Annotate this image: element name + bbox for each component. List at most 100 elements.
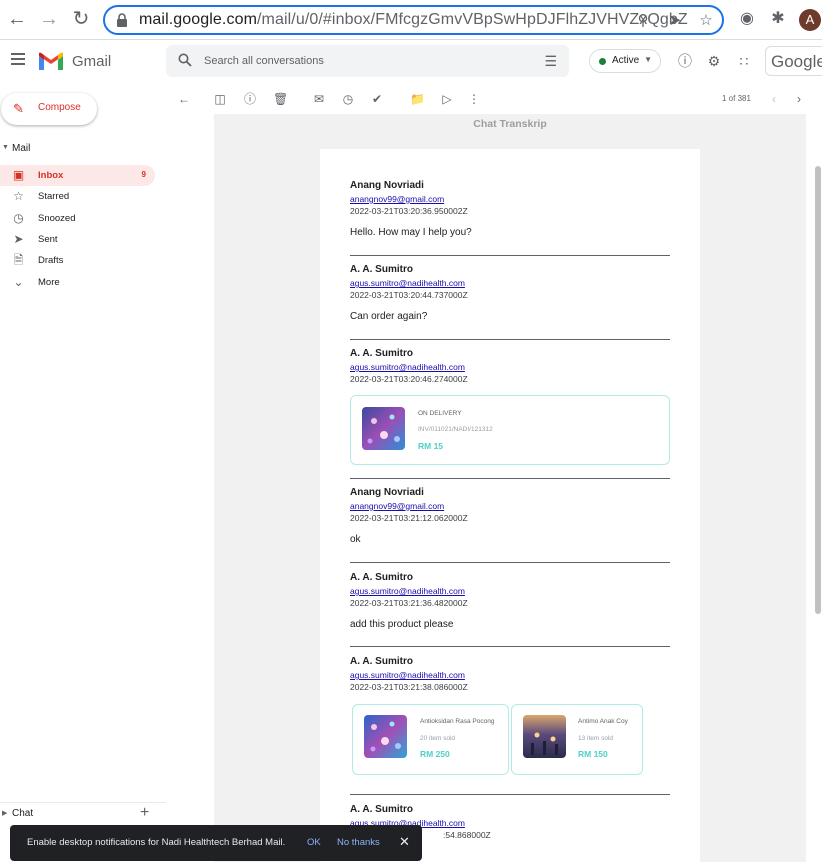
product-sold-count: 13 item sold [578, 735, 614, 742]
caret-down-icon: ▼ [2, 144, 9, 151]
message-divider [350, 255, 670, 256]
address-bar[interactable]: mail.google.com/mail/u/0/#inbox/FMfcgzGm… [103, 5, 724, 35]
profile-avatar[interactable]: A [799, 9, 821, 31]
sidebar-item-more[interactable]: ⌄ More [0, 272, 155, 293]
chat-section-label: Chat [12, 808, 34, 819]
product-thumbnail [364, 715, 407, 758]
send-tab-icon[interactable]: ➤ [666, 12, 684, 30]
message-divider [350, 339, 670, 340]
sender-name: A. A. Sumitro [350, 804, 413, 815]
sender-email-link[interactable]: agus.sumitro@nadihealth.com [350, 586, 670, 596]
order-card[interactable]: ON DELIVERY INV/011021/NADI/121312 RM 15 [350, 395, 670, 465]
sidebar-item-label: Inbox [38, 170, 64, 181]
no-thanks-button[interactable]: No thanks [337, 837, 380, 848]
extensions-icon[interactable]: ✱ [768, 9, 788, 29]
sidebar-item-drafts[interactable]: 🗎 Drafts [0, 250, 155, 271]
sender-email-link[interactable]: anangnov99@gmail.com [350, 194, 670, 204]
label-icon[interactable]: ▷ [440, 92, 454, 106]
google-account-button[interactable]: Google [765, 46, 822, 76]
chat-message: A. A. Sumitro agus.sumitro@nadihealth.co… [350, 656, 670, 692]
message-divider [350, 562, 670, 563]
new-chat-plus-icon[interactable]: + [140, 804, 149, 822]
product-price: RM 150 [578, 749, 608, 759]
message-divider [350, 794, 670, 795]
sidebar-item-label: More [38, 277, 60, 288]
older-chevron-icon[interactable]: › [792, 92, 806, 106]
chat-message: A. A. Sumitro agus.sumitro@nadihealth.co… [350, 572, 670, 630]
product-card[interactable]: Antimo Anak Coy 13 item sold RM 150 [511, 704, 643, 775]
message-text: add this product please [350, 619, 454, 630]
sidebar-item-starred[interactable]: ☆ Starred [0, 186, 155, 207]
caret-right-icon: ▶ [2, 810, 8, 817]
sender-email-link[interactable]: anangnov99@gmail.com [350, 501, 670, 511]
bookmark-star-icon[interactable]: ☆ [697, 12, 715, 30]
zoom-icon[interactable]: ⚲ [634, 12, 652, 30]
help-icon[interactable]: ⓘ [676, 52, 694, 70]
archive-icon[interactable]: ◫ [213, 92, 227, 106]
delete-icon[interactable]: 🗑 [273, 92, 288, 106]
chat-message: Anang Novriadi anangnov99@gmail.com 2022… [350, 487, 670, 545]
sidebar-item-sent[interactable]: ➤ Sent [0, 229, 155, 250]
scrollbar-thumb[interactable] [815, 166, 821, 614]
transcript-title: Chat Transkrip [473, 118, 547, 130]
settings-gear-icon[interactable]: ⚙ [705, 52, 723, 70]
product-card[interactable]: Antioksidan Rasa Pocong 20 item sold RM … [352, 704, 509, 775]
pagination-text: 1 of 381 [722, 94, 751, 103]
message-timestamp: 2022-03-21T03:21:36.482000Z [350, 598, 468, 608]
search-input[interactable]: Search all conversations [204, 55, 324, 67]
sender-email-link[interactable]: agus.sumitro@nadihealth.com [350, 278, 670, 288]
product-thumbnail [523, 715, 566, 758]
search-bar[interactable]: Search all conversations ☰ [166, 45, 569, 77]
sidebar-item-label: Sent [38, 234, 58, 245]
product-name: Antioksidan Rasa Pocong [420, 718, 495, 725]
scrollbar[interactable] [812, 114, 822, 862]
snooze-icon[interactable]: ◷ [341, 92, 355, 106]
sender-email-link[interactable]: agus.sumitro@nadihealth.com [350, 670, 670, 680]
gmail-header: Gmail Search all conversations ☰ Active … [0, 40, 822, 84]
apps-grid-icon[interactable]: ∷ [735, 52, 753, 70]
reload-icon[interactable]: ↻ [70, 8, 92, 30]
unread-count: 9 [141, 170, 146, 179]
status-dropdown[interactable]: Active ▼ [589, 49, 661, 73]
clock-icon: ◷ [13, 211, 24, 225]
message-text: Hello. How may I help you? [350, 227, 472, 238]
move-to-icon[interactable]: 📁 [410, 92, 425, 106]
main-menu-icon[interactable] [11, 53, 25, 65]
message-text: ok [350, 534, 361, 545]
search-icon [178, 53, 192, 67]
product-sold-count: 20 item sold [420, 735, 456, 742]
close-icon[interactable]: ✕ [399, 834, 410, 850]
compose-button[interactable]: ✎ Compose [1, 93, 97, 125]
sidebar-item-snoozed[interactable]: ◷ Snoozed [0, 208, 155, 229]
sidebar-item-label: Drafts [38, 255, 64, 266]
product-price: RM 250 [420, 749, 450, 759]
gmail-logo-icon [39, 52, 63, 70]
mark-unread-icon[interactable]: ✉ [312, 92, 326, 106]
message-timestamp: 2022-03-21T03:20:44.737000Z [350, 290, 468, 300]
sender-name: A. A. Sumitro [350, 572, 413, 583]
order-status: ON DELIVERY [418, 410, 462, 417]
chat-section-header[interactable]: ▶ Chat + [0, 802, 166, 824]
message-divider [350, 646, 670, 647]
ok-button[interactable]: OK [307, 837, 321, 848]
back-arrow-icon[interactable]: ← [177, 92, 191, 106]
sidebar-item-label: Starred [38, 191, 70, 202]
lock-icon [117, 13, 127, 27]
compose-label: Compose [38, 102, 81, 113]
product-name: Antimo Anak Coy [578, 718, 628, 725]
more-vert-icon[interactable]: ⋮ [467, 92, 481, 106]
sender-email-link[interactable]: agus.sumitro@nadihealth.com [350, 362, 670, 372]
star-icon: ☆ [13, 189, 24, 203]
chat-message: Anang Novriadi anangnov99@gmail.com 2022… [350, 180, 670, 238]
status-label: Active [612, 55, 640, 66]
back-icon[interactable]: ← [6, 8, 28, 30]
report-spam-icon[interactable]: ⓘ [243, 92, 257, 106]
url-text: mail.google.com/mail/u/0/#inbox/FMfcgzGm… [139, 11, 688, 28]
forward-icon[interactable]: → [38, 8, 60, 30]
search-options-icon[interactable]: ☰ [544, 53, 557, 70]
camera-icon[interactable]: ◉ [737, 9, 757, 29]
sidebar-item-inbox[interactable]: ▣ Inbox 9 [0, 165, 155, 186]
sender-name: Anang Novriadi [350, 180, 424, 191]
newer-chevron-icon[interactable]: ‹ [767, 92, 781, 106]
add-task-icon[interactable]: ✔ [370, 92, 384, 106]
